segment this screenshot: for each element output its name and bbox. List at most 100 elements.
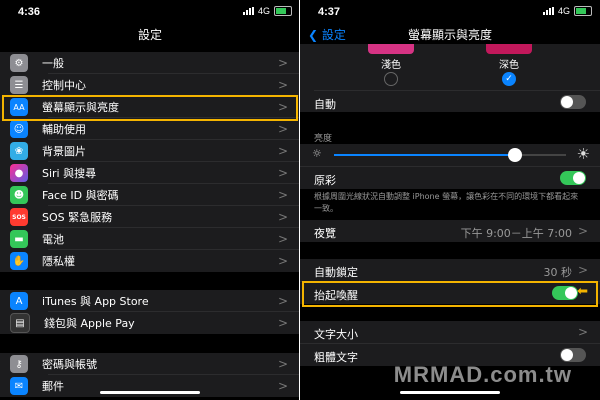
night-shift-label: 夜覽	[314, 227, 336, 240]
auto-lock-value: 30 秒	[543, 266, 573, 279]
settings-item-label: 隱私權	[42, 255, 75, 268]
night-shift-value: 下午 9:00－上午 7:00	[460, 227, 572, 240]
brightness-section-label: 亮度	[314, 134, 333, 144]
settings-screen: 4:36 4G 設定 ⚙ 一般 > ☰ 控制中心 > AA 螢幕顯示與亮度 > …	[0, 0, 300, 400]
settings-group-store: A iTunes 與 App Store > ▤ 錢包與 Apple Pay >	[0, 290, 300, 334]
light-radio[interactable]	[384, 72, 398, 86]
chevron-right-icon: >	[277, 357, 288, 371]
key-icon: ⚷	[10, 355, 28, 373]
text-size-row[interactable]: 文字大小 >	[300, 321, 600, 343]
appstore-icon: A	[10, 292, 28, 310]
dark-label: 深色	[499, 60, 519, 71]
battery-icon: ▬	[10, 230, 28, 248]
chevron-right-icon: >	[577, 224, 588, 238]
auto-row: 自動	[300, 91, 600, 113]
watermark-text: MRMAD.com.tw	[393, 362, 572, 387]
auto-label: 自動	[314, 98, 336, 111]
night-shift-row[interactable]: 夜覽 下午 9:00－上午 7:00 >	[300, 220, 600, 242]
settings-item-label: Siri 與搜尋	[42, 167, 97, 180]
settings-item-control-center[interactable]: ☰ 控制中心 >	[0, 74, 300, 96]
sos-icon: SOS	[10, 208, 28, 226]
status-time: 4:36	[18, 6, 41, 18]
settings-item-wallet[interactable]: ▤ 錢包與 Apple Pay >	[0, 312, 300, 334]
highlight-box	[2, 95, 298, 121]
chevron-right-icon: >	[277, 232, 288, 246]
chevron-right-icon: >	[277, 188, 288, 202]
chevron-right-icon: >	[277, 316, 288, 330]
sun-small-icon: ☼	[312, 147, 322, 160]
wallpaper-icon: ❀	[10, 142, 28, 160]
status-indicators: 4G	[242, 6, 292, 16]
bold-text-label: 粗體文字	[314, 351, 358, 364]
auto-lock-row[interactable]: 自動鎖定 30 秒 >	[300, 259, 600, 281]
brightness-slider[interactable]	[334, 148, 566, 162]
text-size-label: 文字大小	[314, 328, 358, 341]
settings-item-label: 一般	[42, 57, 64, 70]
settings-item-label: SOS 緊急服務	[42, 211, 113, 224]
display-brightness-screen: 4:37 4G ❮ 設定 螢幕顯示與亮度 淺色 深色 ✓ 自動 亮度 ☼ ☀ 原…	[300, 0, 600, 400]
true-tone-label: 原彩	[314, 174, 336, 187]
settings-item-app-store[interactable]: A iTunes 與 App Store >	[0, 290, 300, 312]
light-label: 淺色	[381, 60, 401, 71]
settings-item-wallpaper[interactable]: ❀ 背景圖片 >	[0, 140, 300, 162]
chevron-right-icon: >	[577, 325, 588, 339]
chevron-right-icon: >	[277, 78, 288, 92]
settings-item-label: 控制中心	[42, 79, 86, 92]
settings-item-sos[interactable]: SOS SOS 緊急服務 >	[0, 206, 300, 228]
status-indicators: 4G	[542, 6, 592, 16]
light-preview[interactable]	[368, 44, 414, 54]
hand-icon: ✋	[10, 252, 28, 270]
settings-item-label: 背景圖片	[42, 145, 86, 158]
home-indicator[interactable]	[400, 391, 500, 394]
page-title: 設定	[137, 28, 162, 42]
chevron-right-icon: >	[277, 254, 288, 268]
chevron-right-icon: >	[277, 210, 288, 224]
page-title: 螢幕顯示與亮度	[407, 28, 492, 42]
true-tone-row: 原彩	[300, 166, 600, 189]
status-time: 4:37	[318, 6, 341, 18]
accessibility-icon: ☺	[10, 120, 28, 138]
dark-radio-checkmark-icon[interactable]: ✓	[502, 72, 516, 86]
settings-item-faceid[interactable]: ☻ Face ID 與密碼 >	[0, 184, 300, 206]
brightness-row: ☼ ☀	[300, 144, 600, 166]
settings-item-privacy[interactable]: ✋ 隱私權 >	[0, 250, 300, 272]
settings-item-label: 電池	[42, 233, 64, 246]
chevron-right-icon: >	[277, 56, 288, 70]
settings-item-label: 密碼與帳號	[42, 358, 97, 371]
network-label: 4G	[557, 6, 570, 16]
settings-item-label: 郵件	[42, 380, 64, 393]
auto-lock-label: 自動鎖定	[314, 266, 358, 279]
settings-group-general: ⚙ 一般 > ☰ 控制中心 > AA 螢幕顯示與亮度 > ☺ 輔助使用 > ❀ …	[0, 52, 300, 272]
bold-text-toggle[interactable]	[560, 348, 586, 362]
status-bar: 4:36 4G	[0, 0, 300, 22]
gear-icon: ⚙	[10, 54, 28, 72]
settings-item-battery[interactable]: ▬ 電池 >	[0, 228, 300, 250]
network-label: 4G	[257, 6, 270, 16]
settings-item-passwords[interactable]: ⚷ 密碼與帳號 >	[0, 353, 300, 375]
mail-icon: ✉	[10, 377, 28, 395]
true-tone-toggle[interactable]	[560, 171, 586, 185]
sun-large-icon: ☀	[576, 145, 590, 163]
chevron-right-icon: >	[277, 294, 288, 308]
brightness-knob[interactable]	[507, 148, 522, 162]
control-center-icon: ☰	[10, 76, 28, 94]
auto-toggle[interactable]	[560, 95, 586, 109]
battery-status-icon	[574, 6, 592, 16]
dark-preview[interactable]	[486, 44, 532, 54]
home-indicator[interactable]	[100, 391, 200, 394]
settings-item-label: iTunes 與 App Store	[42, 295, 149, 308]
settings-item-label: Face ID 與密碼	[42, 189, 119, 202]
settings-item-accessibility[interactable]: ☺ 輔助使用 >	[0, 118, 300, 140]
brightness-fill	[334, 154, 515, 156]
siri-icon: ●	[10, 164, 28, 182]
faceid-icon: ☻	[10, 186, 28, 204]
chevron-right-icon: >	[277, 144, 288, 158]
chevron-right-icon: >	[277, 379, 288, 393]
signal-icon	[242, 7, 254, 15]
settings-item-siri[interactable]: ● Siri 與搜尋 >	[0, 162, 300, 184]
settings-item-label: 錢包與 Apple Pay	[44, 317, 135, 330]
appearance-section: 淺色 深色 ✓ 自動	[300, 44, 600, 112]
settings-item-general[interactable]: ⚙ 一般 >	[0, 52, 300, 74]
true-tone-description: 根據周圍光線狀況自動調整 iPhone 螢幕，讓色彩在不同的環境下都看起來一致。	[314, 192, 579, 213]
battery-status-icon	[274, 6, 292, 16]
